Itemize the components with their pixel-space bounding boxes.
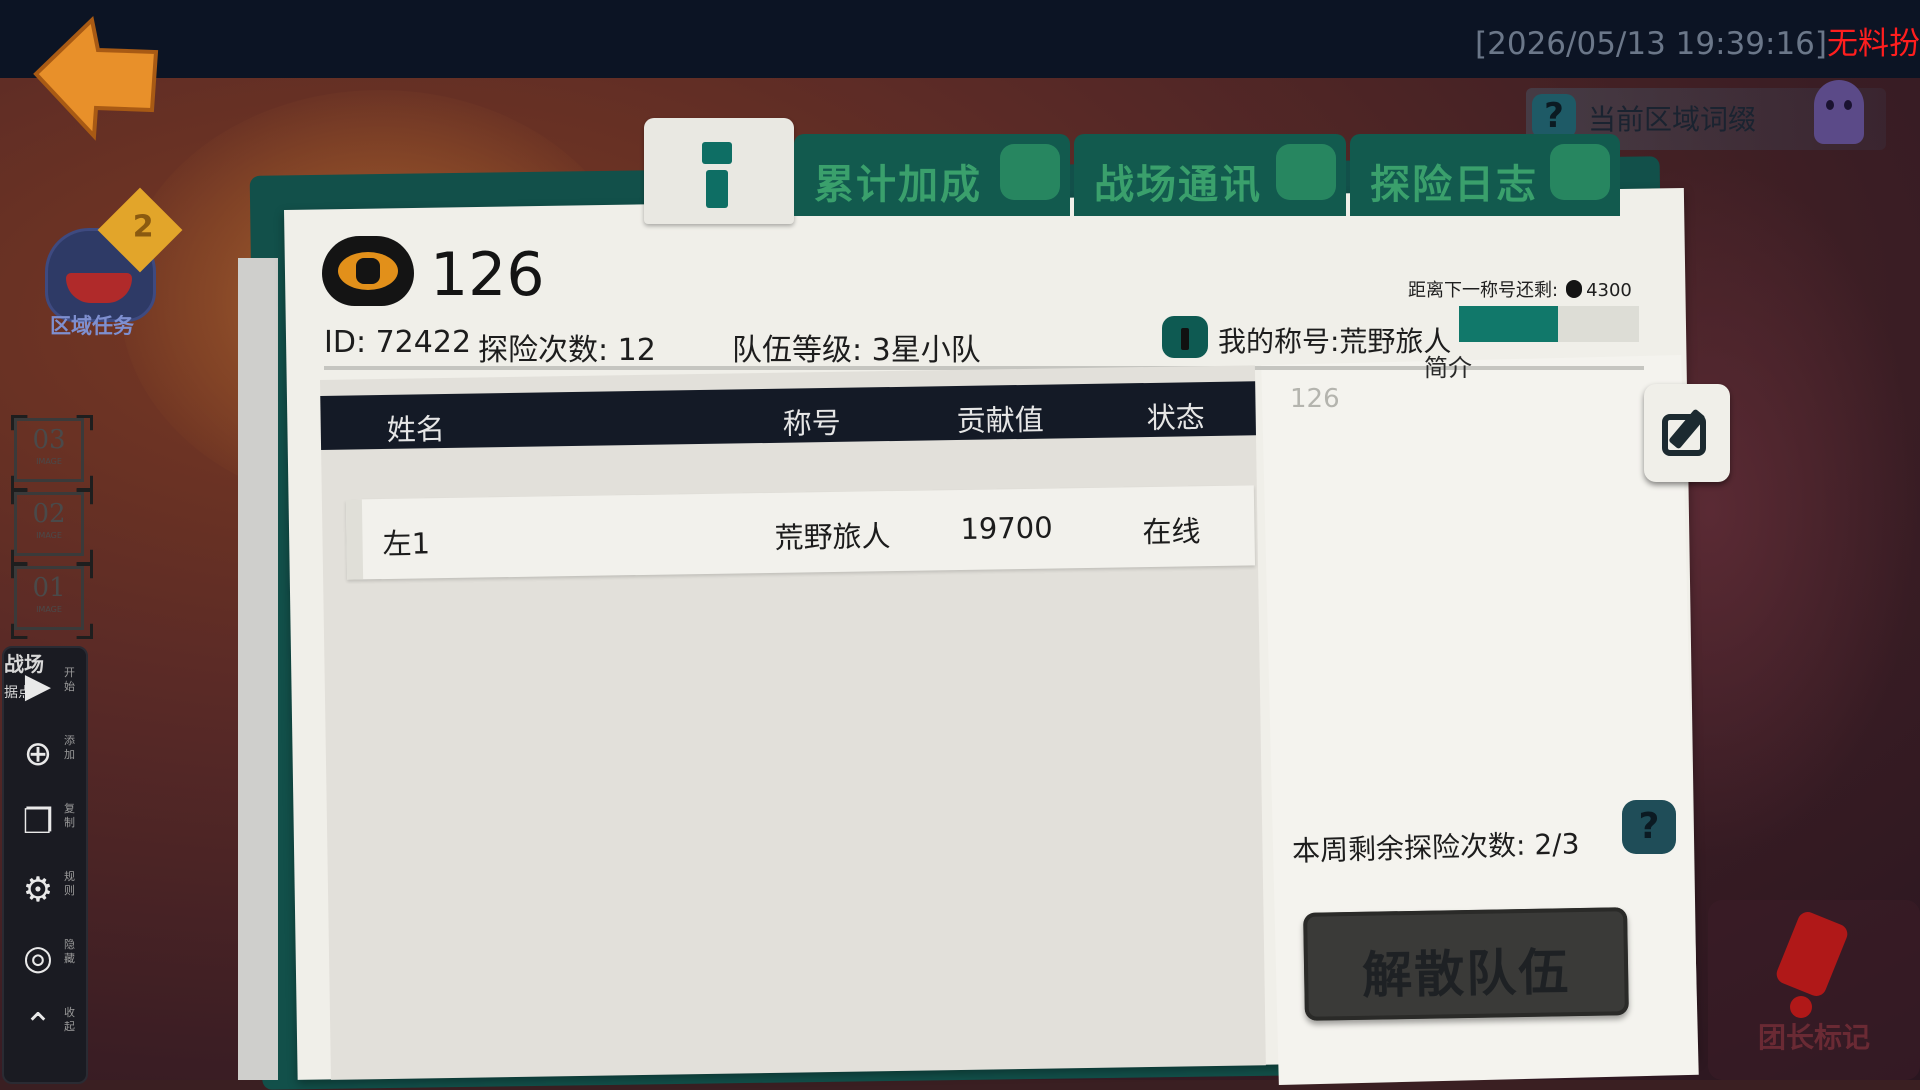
weekly-remaining: 本周剩余探险次数: 2/3 xyxy=(1291,827,1580,868)
play-icon: ▶ xyxy=(24,666,52,706)
explore-count: 探险次数: 12 xyxy=(478,333,656,368)
settings-icon: ⚙ xyxy=(22,870,54,910)
collapse-button[interactable]: ⌃ 收起 xyxy=(4,992,86,1060)
tab-team-info[interactable] xyxy=(644,118,794,224)
team-id: ID: 72422 xyxy=(324,325,472,360)
tab-cumulative-bonus[interactable]: 累计加成 xyxy=(794,134,1070,216)
title-progress-bar xyxy=(1459,306,1639,342)
next-title-remaining: 距离下一称号还剩: 4300 xyxy=(1408,280,1632,301)
zone-task-label: 区域任务 xyxy=(50,314,134,338)
title-progress-fill xyxy=(1459,306,1558,342)
top-bar: [2026/05/13 19:39:16]无料扮 xyxy=(0,0,1920,78)
members-table: 姓名 称号 贡献值 状态 左1 荒野旅人 19700 在线 xyxy=(320,365,1266,1080)
collapse-icon: ⌃ xyxy=(23,1006,53,1046)
member-status: 在线 xyxy=(1142,514,1201,550)
team-eye-icon xyxy=(322,236,414,306)
table-row[interactable]: 左1 荒野旅人 19700 在线 xyxy=(345,485,1256,580)
intro-label: 简介 xyxy=(1424,354,1472,382)
weekly-remaining-value: 2/3 xyxy=(1533,827,1580,862)
pencil-icon xyxy=(1550,144,1610,200)
hide-button[interactable]: ◎ 隐藏 xyxy=(4,924,86,992)
question-icon[interactable]: ? xyxy=(1532,94,1576,138)
header-contribution: 贡献值 xyxy=(956,402,1044,439)
rules-button[interactable]: ⚙ 规则 xyxy=(4,856,86,924)
header-status: 状态 xyxy=(1146,400,1205,436)
header-name: 姓名 xyxy=(386,412,446,447)
add-button[interactable]: ⊕ 添加 xyxy=(4,720,86,788)
next-title-value: 4300 xyxy=(1586,280,1632,301)
team-level: 队伍等级: 3星小队 xyxy=(732,333,981,368)
image-slot-02[interactable]: 02 IMAGE xyxy=(14,492,84,556)
member-title: 荒野旅人 xyxy=(774,519,891,555)
intro-text: 126 xyxy=(1290,384,1340,414)
start-button[interactable]: ▶ 开始 xyxy=(4,652,86,720)
table-header: 姓名 称号 贡献值 状态 xyxy=(320,381,1256,450)
zone-prefix-label: 当前区域词缀 xyxy=(1588,103,1757,136)
member-name: 左1 xyxy=(382,526,431,562)
skull-icon xyxy=(1000,144,1060,200)
chat-icon xyxy=(1276,144,1336,200)
copy-icon: ❐ xyxy=(22,802,54,842)
paper-edge xyxy=(238,258,278,1080)
tab-adventure-log[interactable]: 探险日志 xyxy=(1350,134,1620,216)
back-arrow-icon[interactable] xyxy=(28,12,163,142)
weekly-help-icon[interactable]: ? xyxy=(1622,800,1676,854)
tab-battle-comms[interactable]: 战场通讯 xyxy=(1074,134,1346,216)
team-name: 126 xyxy=(430,240,545,310)
member-contribution: 19700 xyxy=(960,510,1053,546)
exclamation-icon xyxy=(1773,909,1851,999)
leader-mark-label: 团长标记 xyxy=(1758,1021,1871,1054)
coin-icon xyxy=(1566,280,1583,298)
timestamp-suffix: 无料扮 xyxy=(1827,26,1920,62)
zone-task-button[interactable]: 2 区域任务 xyxy=(40,187,190,340)
disband-team-button[interactable]: 解散队伍 xyxy=(1303,907,1629,1021)
image-slot-01[interactable]: 01 IMAGE xyxy=(14,566,84,630)
ghost-icon xyxy=(1814,80,1864,144)
title-info-icon[interactable] xyxy=(1162,316,1208,358)
leader-mark-button[interactable]: 团长标记 xyxy=(1708,900,1920,1080)
header-title: 称号 xyxy=(782,405,842,441)
image-slot-03[interactable]: 03 IMAGE xyxy=(14,418,84,482)
edit-intro-button[interactable] xyxy=(1644,384,1730,482)
add-icon: ⊕ xyxy=(23,734,53,774)
copy-button[interactable]: ❐ 复制 xyxy=(4,788,86,856)
hide-icon: ◎ xyxy=(23,938,53,978)
timestamp: [2026/05/13 19:39:16]无料扮 xyxy=(1475,26,1920,62)
my-title: 我的称号:荒野旅人 xyxy=(1218,325,1452,358)
info-icon xyxy=(702,142,732,164)
side-toolbar: 战场 据点 ▶ 开始 ⊕ 添加 ❐ 复制 ⚙ 规则 ◎ 隐藏 ⌃ 收起 xyxy=(2,646,88,1084)
